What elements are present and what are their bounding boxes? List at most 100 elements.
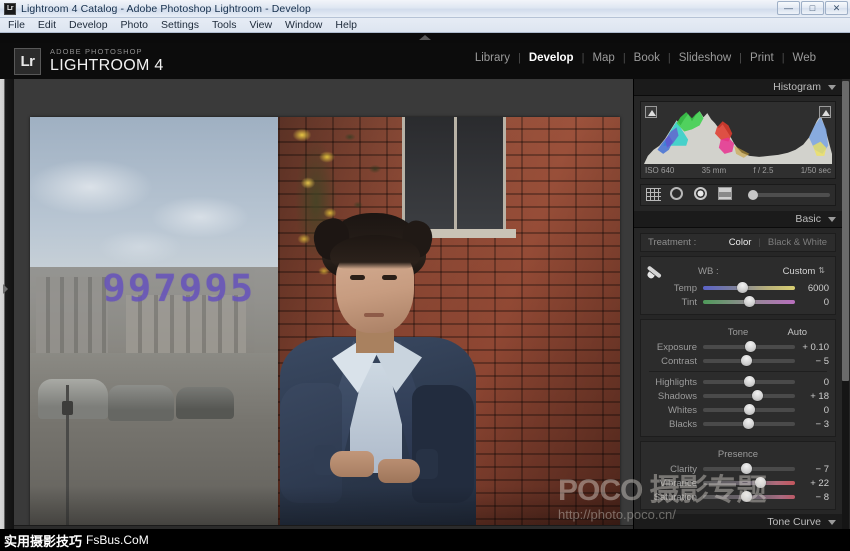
slider-knob[interactable]: [752, 390, 763, 401]
tone-divider: [649, 371, 827, 372]
photo-car: [38, 379, 108, 419]
histogram-panel[interactable]: ISO 640 35 mm f / 2.5 1/50 sec: [640, 101, 836, 179]
slider-track[interactable]: [703, 286, 795, 290]
photo-subject-hand-right: [378, 459, 420, 483]
slider-shadows[interactable]: Shadows + 18: [641, 389, 835, 403]
minimize-button[interactable]: —: [777, 1, 800, 15]
scrollbar-thumb[interactable]: [842, 81, 849, 381]
slider-track[interactable]: [703, 422, 795, 426]
slider-track[interactable]: [703, 408, 795, 412]
module-book[interactable]: Book: [626, 52, 668, 64]
menu-help[interactable]: Help: [335, 19, 357, 31]
slider-track[interactable]: [703, 481, 795, 485]
fsbus-watermark: 实用摄影技巧 FsBus.CoM: [0, 529, 185, 551]
treatment-bw-option[interactable]: Black & White: [768, 237, 827, 248]
crop-overlay-icon[interactable]: [646, 187, 665, 203]
window-controls: — □ ✕: [777, 1, 848, 15]
slider-knob[interactable]: [755, 477, 766, 488]
tone-block: Tone Auto Exposure + 0.10 Contrast − 5: [640, 319, 836, 437]
slider-knob[interactable]: [744, 404, 755, 415]
slider-contrast[interactable]: Contrast − 5: [641, 354, 835, 368]
slider-highlights[interactable]: Highlights 0: [641, 375, 835, 389]
slider-track[interactable]: [703, 394, 795, 398]
wb-label: WB :: [698, 266, 719, 277]
slider-saturation[interactable]: Saturation − 8: [641, 490, 835, 504]
histogram-exif: ISO 640 35 mm f / 2.5 1/50 sec: [645, 164, 831, 176]
slider-track[interactable]: [703, 380, 795, 384]
slider-value: − 7: [795, 464, 829, 475]
module-develop[interactable]: Develop: [521, 52, 582, 64]
photo-subject-fringe: [330, 235, 420, 269]
exif-shutter-speed: 1/50 sec: [801, 166, 831, 175]
slider-vibrance[interactable]: Vibrance + 22: [641, 476, 835, 490]
photo-subject-mouth: [364, 313, 384, 317]
tone-label: Tone: [728, 327, 749, 338]
slider-track[interactable]: [703, 359, 795, 363]
slider-tint[interactable]: Tint 0: [641, 295, 835, 309]
slider-temp[interactable]: Temp 6000: [641, 281, 835, 295]
auto-tone-button[interactable]: Auto: [787, 327, 807, 338]
menu-tools[interactable]: Tools: [212, 19, 237, 31]
menu-window[interactable]: Window: [285, 19, 322, 31]
photo-preview[interactable]: 997995: [30, 117, 620, 546]
slider-whites[interactable]: Whites 0: [641, 403, 835, 417]
slider-track[interactable]: [703, 467, 795, 471]
slider-track[interactable]: [703, 495, 795, 499]
slider-knob[interactable]: [741, 355, 752, 366]
white-balance-selector-icon[interactable]: [646, 262, 668, 280]
slider-clarity[interactable]: Clarity − 7: [641, 462, 835, 476]
module-slideshow[interactable]: Slideshow: [671, 52, 739, 64]
menu-develop[interactable]: Develop: [69, 19, 108, 31]
graduated-filter-icon[interactable]: [718, 187, 737, 203]
slider-label: Temp: [641, 283, 703, 294]
identity-plate[interactable]: Lr ADOBE PHOTOSHOP LIGHTROOM 4: [14, 48, 164, 75]
slider-knob[interactable]: [745, 341, 756, 352]
slider-track[interactable]: [703, 345, 795, 349]
app-icon: Lr: [4, 3, 16, 15]
menu-file[interactable]: File: [8, 19, 25, 31]
menu-view[interactable]: View: [249, 19, 272, 31]
slider-track[interactable]: [703, 300, 795, 304]
menu-edit[interactable]: Edit: [38, 19, 56, 31]
spot-removal-icon[interactable]: [670, 187, 689, 203]
slider-knob[interactable]: [737, 282, 748, 293]
highlight-clipping-indicator[interactable]: [819, 106, 831, 118]
top-panel-collapse[interactable]: [0, 33, 850, 43]
shadow-clipping-indicator[interactable]: [645, 106, 657, 118]
slider-exposure[interactable]: Exposure + 0.10: [641, 340, 835, 354]
module-web[interactable]: Web: [785, 52, 824, 64]
slider-knob[interactable]: [743, 418, 754, 429]
basic-panel-header[interactable]: Basic: [634, 211, 842, 228]
close-button[interactable]: ✕: [825, 1, 848, 15]
right-panel-scrollbar[interactable]: [842, 81, 849, 549]
histogram-graph: [644, 105, 832, 164]
left-panel-rail[interactable]: [0, 79, 14, 551]
histogram-panel-header[interactable]: Histogram: [634, 79, 842, 96]
menu-settings[interactable]: Settings: [161, 19, 199, 31]
module-map[interactable]: Map: [584, 52, 622, 64]
slider-knob[interactable]: [741, 491, 752, 502]
treatment-color-option[interactable]: Color: [729, 237, 752, 248]
slider-blacks[interactable]: Blacks − 3: [641, 417, 835, 431]
lightroom-window: Lr Lightroom 4 Catalog - Adobe Photoshop…: [0, 0, 850, 551]
identity-line1: ADOBE PHOTOSHOP: [50, 48, 164, 56]
slider-value: + 0.10: [795, 342, 829, 353]
slider-knob[interactable]: [744, 376, 755, 387]
menu-photo[interactable]: Photo: [121, 19, 148, 31]
slider-knob[interactable]: [741, 463, 752, 474]
module-library[interactable]: Library: [467, 52, 518, 64]
photo-subject-eye-left: [350, 275, 365, 280]
develop-tool-strip: [640, 184, 836, 206]
chevron-down-icon: [828, 520, 836, 525]
maximize-button[interactable]: □: [801, 1, 824, 15]
lightroom-header: Lr ADOBE PHOTOSHOP LIGHTROOM 4 Library |…: [0, 43, 850, 79]
slider-label: Contrast: [641, 356, 703, 367]
chevron-right-icon: [3, 284, 8, 294]
module-print[interactable]: Print: [742, 52, 782, 64]
slider-knob[interactable]: [744, 296, 755, 307]
wb-preset-dropdown[interactable]: Custom ⇅: [783, 266, 825, 277]
fsbus-chinese-text: 实用摄影技巧: [4, 531, 82, 550]
menu-bar: File Edit Develop Photo Settings Tools V…: [0, 18, 850, 33]
brush-size-slider[interactable]: [748, 193, 830, 197]
red-eye-correction-icon[interactable]: [694, 187, 713, 203]
